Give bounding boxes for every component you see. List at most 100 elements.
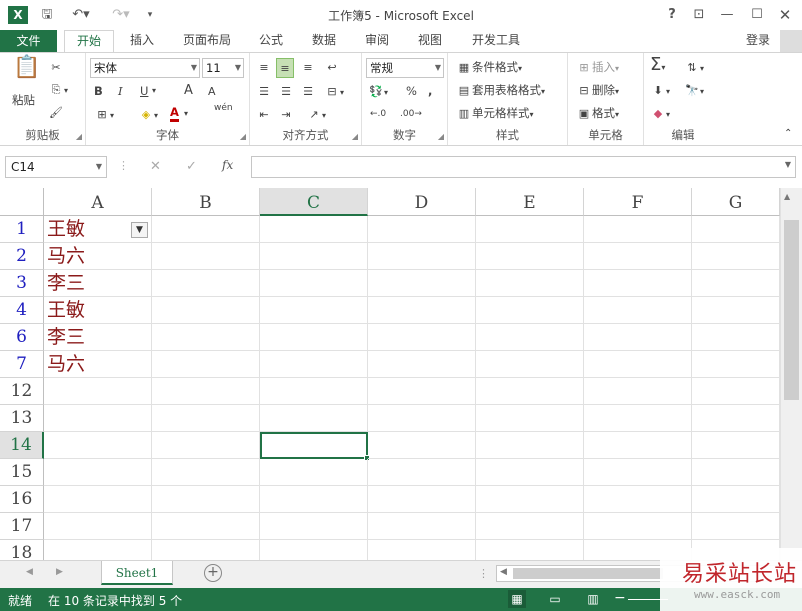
cell-f2[interactable] (584, 243, 692, 270)
increase-decimal-icon[interactable]: ←.0 (370, 105, 386, 123)
shrink-font-button[interactable]: A (208, 83, 216, 101)
font-launcher-icon[interactable]: ◢ (240, 132, 246, 141)
paste-button[interactable]: 粘贴 (12, 91, 35, 109)
number-launcher-icon[interactable]: ◢ (438, 132, 444, 141)
add-sheet-icon[interactable]: + (204, 564, 222, 582)
cell-c14[interactable] (260, 432, 370, 461)
bold-button[interactable]: B (94, 82, 103, 100)
cell-e4[interactable] (476, 297, 584, 324)
cell-d7[interactable] (368, 351, 476, 378)
tab-home[interactable]: 开始 (64, 30, 114, 53)
underline-dropdown-icon[interactable]: ▾ (152, 82, 156, 100)
cell-a2[interactable]: 马六 (44, 243, 152, 270)
cell-e1[interactable] (476, 216, 584, 243)
tab-data[interactable]: 数据 (306, 30, 342, 52)
cell-c6[interactable] (260, 324, 368, 351)
cell-e7[interactable] (476, 351, 584, 378)
column-header-e[interactable]: E (476, 188, 584, 216)
cell-b17[interactable] (152, 513, 260, 540)
cell-f12[interactable] (584, 378, 692, 405)
cell-g3[interactable] (692, 270, 780, 297)
decrease-indent-icon[interactable]: ⇤ (256, 105, 272, 123)
currency-icon[interactable]: 💱▾ (368, 82, 388, 102)
orientation-icon[interactable]: ↗ ▾ (306, 105, 326, 125)
delete-cells-button[interactable]: ⊟ 删除▾ (576, 81, 619, 101)
sheet-tab-sheet1[interactable]: Sheet1 (101, 561, 173, 585)
row-header-14[interactable]: 14 (0, 432, 44, 459)
sort-filter-icon[interactable]: ⇅ ▾ (684, 58, 704, 78)
cell-a18[interactable] (44, 540, 152, 560)
cell-b12[interactable] (152, 378, 260, 405)
maximize-icon[interactable]: ☐ (748, 5, 766, 25)
column-header-d[interactable]: D (368, 188, 476, 216)
cell-g2[interactable] (692, 243, 780, 270)
cell-a13[interactable] (44, 405, 152, 432)
cell-e2[interactable] (476, 243, 584, 270)
merge-center-icon[interactable]: ⊟ ▾ (324, 82, 344, 102)
row-header-18[interactable]: 18 (0, 540, 44, 560)
cell-f15[interactable] (584, 459, 692, 486)
close-icon[interactable]: ✕ (776, 5, 794, 25)
autosum-icon[interactable]: Σ▾ (650, 56, 665, 77)
cell-a15[interactable] (44, 459, 152, 486)
cell-c12[interactable] (260, 378, 368, 405)
cell-b3[interactable] (152, 270, 260, 297)
clipboard-launcher-icon[interactable]: ◢ (76, 132, 82, 141)
cell-a16[interactable] (44, 486, 152, 513)
cell-c1[interactable] (260, 216, 368, 243)
cell-d12[interactable] (368, 378, 476, 405)
tab-developer[interactable]: 开发工具 (465, 30, 527, 52)
cell-b13[interactable] (152, 405, 260, 432)
row-header-17[interactable]: 17 (0, 513, 44, 540)
grow-font-button[interactable]: A (184, 82, 193, 100)
cell-c2[interactable] (260, 243, 368, 270)
comma-button[interactable]: , (428, 82, 432, 100)
prev-sheet-icon[interactable]: ◀ (26, 567, 33, 577)
cell-e18[interactable] (476, 540, 584, 560)
cell-a7[interactable]: 马六 (44, 351, 152, 378)
cell-d13[interactable] (368, 405, 476, 432)
cell-e12[interactable] (476, 378, 584, 405)
normal-view-icon[interactable]: ▦ (508, 590, 526, 608)
cell-g7[interactable] (692, 351, 780, 378)
cell-b7[interactable] (152, 351, 260, 378)
cell-e13[interactable] (476, 405, 584, 432)
worksheet-grid[interactable]: ABCDEFG 1 王敏 ▼ 2 马六 3 李三 4 王敏 6 李三 7 马六 12 13 14 15 16 17 1… (0, 188, 780, 560)
cell-b1[interactable] (152, 216, 260, 243)
cell-g6[interactable] (692, 324, 780, 351)
row-header-12[interactable]: 12 (0, 378, 44, 405)
italic-button[interactable]: I (118, 82, 123, 100)
fill-color-icon[interactable]: ◈ ▾ (138, 105, 158, 125)
name-box[interactable]: C14 ▼ (5, 156, 107, 178)
cell-b4[interactable] (152, 297, 260, 324)
cell-f7[interactable] (584, 351, 692, 378)
cell-e17[interactable] (476, 513, 584, 540)
cell-g17[interactable] (692, 513, 780, 540)
cut-icon[interactable]: ✂ (48, 58, 64, 76)
cell-g12[interactable] (692, 378, 780, 405)
cell-f4[interactable] (584, 297, 692, 324)
column-header-f[interactable]: F (584, 188, 692, 216)
collapse-ribbon-icon[interactable]: ⌃ (784, 125, 792, 143)
column-header-g[interactable]: G (692, 188, 780, 216)
tab-view[interactable]: 视图 (412, 30, 448, 52)
cell-f14[interactable] (584, 432, 692, 459)
cell-d15[interactable] (368, 459, 476, 486)
cell-c18[interactable] (260, 540, 368, 560)
cell-f17[interactable] (584, 513, 692, 540)
cell-c17[interactable] (260, 513, 368, 540)
row-header-2[interactable]: 2 (0, 243, 44, 270)
cell-d16[interactable] (368, 486, 476, 513)
account-avatar[interactable] (780, 30, 802, 52)
tab-file[interactable]: 文件 (0, 30, 57, 52)
cell-d14[interactable] (368, 432, 476, 459)
cell-a17[interactable] (44, 513, 152, 540)
row-header-3[interactable]: 3 (0, 270, 44, 297)
row-header-6[interactable]: 6 (0, 324, 44, 351)
cell-g14[interactable] (692, 432, 780, 459)
insert-function-button[interactable]: fx (222, 158, 233, 172)
cell-e15[interactable] (476, 459, 584, 486)
font-size-combo[interactable]: 11 ▼ (202, 58, 244, 78)
cell-d6[interactable] (368, 324, 476, 351)
vertical-scroll-thumb[interactable] (784, 220, 799, 400)
